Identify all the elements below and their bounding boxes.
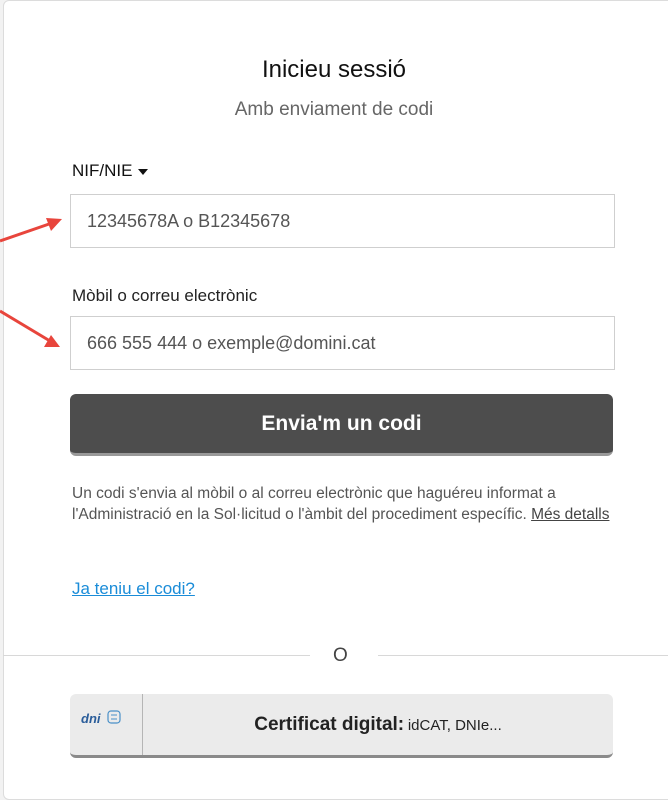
chip-icon <box>107 710 121 724</box>
annotation-arrow-icon <box>0 218 62 243</box>
divider-line <box>378 655 668 656</box>
annotation-arrow-icon <box>0 309 60 347</box>
info-text-body: Un codi s'envia al mòbil o al correu ele… <box>72 485 556 523</box>
more-details-link[interactable]: Més detalls <box>531 506 609 523</box>
certificate-button-label: Certificat digital: idCAT, DNIe... <box>143 694 613 755</box>
id-type-label: NIF/NIE <box>72 161 133 180</box>
divider-or: O <box>333 645 348 666</box>
certificate-label-rest: idCAT, DNIe... <box>407 717 502 734</box>
contact-label: Mòbil o correu electrònic <box>72 286 258 305</box>
certificate-label-strong: Certificat digital: <box>254 714 405 735</box>
dni-logo-text: dni <box>81 711 101 726</box>
id-type-dropdown[interactable]: NIF/NIE <box>72 161 149 181</box>
dni-logo-icon: dni <box>70 694 143 755</box>
digital-certificate-button[interactable]: dni Certificat digital: idCAT, DNIe... <box>70 694 613 758</box>
nif-input[interactable] <box>70 194 615 248</box>
page-subtitle: Amb enviament de codi <box>234 99 434 120</box>
page-title: Inicieu sessió <box>261 56 407 83</box>
send-code-button[interactable]: Envia'm un codi <box>70 394 613 456</box>
have-code-link[interactable]: Ja teniu el codi? <box>72 579 195 599</box>
divider-line <box>3 655 310 656</box>
caret-down-icon <box>138 168 149 175</box>
contact-input[interactable] <box>70 316 615 370</box>
info-text: Un codi s'envia al mòbil o al correu ele… <box>72 483 632 525</box>
